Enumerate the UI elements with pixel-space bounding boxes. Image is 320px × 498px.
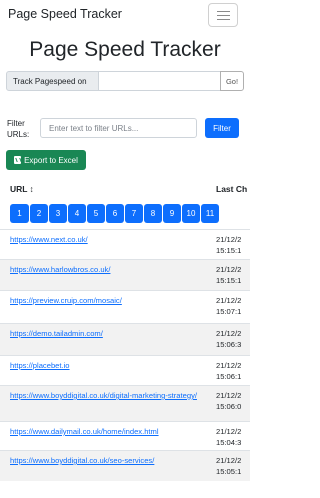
row-last-checked: 21/12/2 15:06:0	[216, 391, 242, 411]
navbar-toggler-button[interactable]	[208, 3, 238, 27]
row-url-link[interactable]: https://www.boyddigital.co.uk/seo-servic…	[10, 455, 205, 467]
page-button-1[interactable]: 1	[10, 204, 29, 223]
table-row: https://www.boyddigital.co.uk/digital-ma…	[0, 385, 250, 421]
track-url-input[interactable]	[99, 71, 220, 91]
filter-label: Filter URLs:	[7, 119, 30, 139]
page-button-6[interactable]: 6	[106, 204, 124, 223]
row-last-checked: 21/12/2 15:05:1	[216, 456, 242, 476]
track-label: Track Pagespeed on	[6, 71, 99, 91]
filter-button[interactable]: Filter	[205, 118, 239, 138]
file-excel-icon	[14, 156, 22, 164]
row-last-checked: 21/12/2 15:06:3	[216, 329, 242, 349]
filter-input[interactable]	[40, 118, 197, 138]
row-last-checked: 21/12/2 15:15:1	[216, 235, 242, 255]
export-excel-button[interactable]: Export to Excel	[6, 150, 86, 170]
hamburger-icon	[217, 11, 230, 13]
hamburger-icon	[217, 15, 230, 17]
page-button-2[interactable]: 2	[30, 204, 48, 223]
page-button-10[interactable]: 10	[182, 204, 200, 223]
row-last-checked: 21/12/2 15:06:1	[216, 361, 242, 381]
table-row: https://preview.cruip.com/mosaic/21/12/2…	[0, 290, 250, 323]
row-url-link[interactable]: https://www.dailymail.co.uk/home/index.h…	[10, 426, 205, 438]
table-row: https://www.harlowbros.co.uk/21/12/2 15:1…	[0, 259, 250, 290]
table-row: https://www.next.co.uk/21/12/2 15:15:1	[0, 229, 250, 259]
page-title: Page Speed Tracker	[29, 38, 221, 61]
sort-icon: ↕	[29, 184, 34, 194]
page-button-5[interactable]: 5	[87, 204, 105, 223]
row-last-checked: 21/12/2 15:07:1	[216, 296, 242, 316]
row-url-link[interactable]: https://demo.tailadmin.com/	[10, 328, 205, 340]
results-table-body: https://www.next.co.uk/21/12/2 15:15:1 htt…	[0, 229, 250, 481]
page-button-9[interactable]: 9	[163, 204, 181, 223]
table-row: https://demo.tailadmin.com/21/12/2 15:06:…	[0, 323, 250, 355]
page-button-8[interactable]: 8	[144, 204, 162, 223]
row-url-link[interactable]: https://www.harlowbros.co.uk/	[10, 264, 205, 276]
table-row: https://www.dailymail.co.uk/home/index.h…	[0, 421, 250, 450]
track-input-group: Track Pagespeed on Go!	[6, 71, 244, 91]
column-header-last-checked[interactable]: Last Ch	[216, 184, 247, 194]
row-url-link[interactable]: https://www.boyddigital.co.uk/digital-ma…	[10, 390, 205, 402]
pagination: 1 2 3 4 5 6 7 8 9 10 11	[10, 204, 219, 223]
go-button[interactable]: Go!	[220, 71, 244, 91]
page-button-4[interactable]: 4	[68, 204, 86, 223]
row-last-checked: 21/12/2 15:04:3	[216, 427, 242, 447]
export-label: Export to Excel	[24, 155, 78, 165]
row-url-link[interactable]: https://www.next.co.uk/	[10, 234, 205, 246]
table-row: https://www.boyddigital.co.uk/seo-servic…	[0, 450, 250, 481]
page-button-7[interactable]: 7	[125, 204, 143, 223]
navbar: Page Speed Tracker	[0, 0, 250, 30]
navbar-brand[interactable]: Page Speed Tracker	[8, 7, 122, 21]
row-last-checked: 21/12/2 15:15:1	[216, 265, 242, 285]
table-row: https://placebet.io 21/12/2 15:06:1	[0, 355, 250, 385]
hamburger-icon	[217, 19, 230, 21]
page-button-11[interactable]: 11	[201, 204, 219, 223]
page-button-3[interactable]: 3	[49, 204, 67, 223]
row-url-link[interactable]: https://placebet.io	[10, 360, 205, 372]
column-header-url[interactable]: URL ↕	[10, 184, 34, 194]
row-url-link[interactable]: https://preview.cruip.com/mosaic/	[10, 295, 205, 307]
